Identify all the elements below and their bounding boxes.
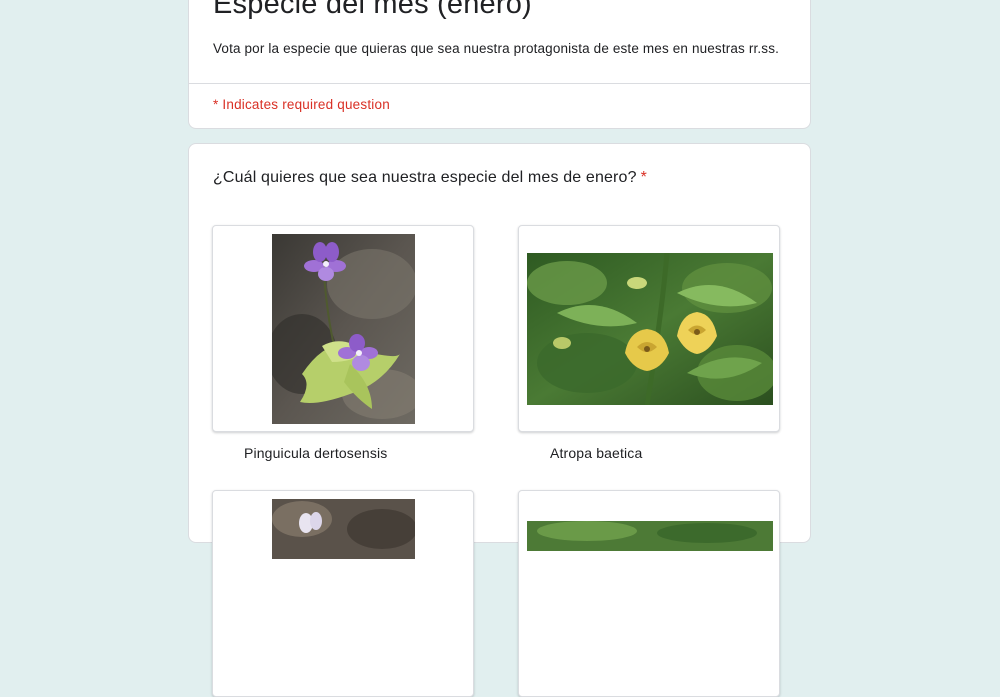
required-asterisk: * bbox=[640, 169, 648, 186]
option-tile-pinguicula[interactable] bbox=[212, 225, 474, 432]
question-card: ¿Cuál quieres que sea nuestra especie de… bbox=[188, 143, 811, 697]
question-text: ¿Cuál quieres que sea nuestra especie de… bbox=[213, 169, 637, 186]
option-tile-atropa[interactable] bbox=[518, 225, 780, 432]
option-label-atropa[interactable]: Atropa baetica bbox=[550, 445, 642, 461]
header-divider bbox=[189, 83, 810, 84]
option-tile-3[interactable] bbox=[212, 490, 474, 697]
option-label-pinguicula[interactable]: Pinguicula dertosensis bbox=[244, 445, 387, 461]
atropa-photo bbox=[527, 253, 773, 405]
form-title: Especie del mes (enero) bbox=[213, 0, 532, 20]
option-tile-4[interactable] bbox=[518, 490, 780, 697]
form-description: Vota por la especie que quieras que sea … bbox=[213, 41, 779, 56]
required-note: * Indicates required question bbox=[213, 97, 390, 112]
question-title: ¿Cuál quieres que sea nuestra especie de… bbox=[213, 169, 647, 187]
option-4-photo bbox=[527, 521, 773, 551]
pinguicula-photo bbox=[272, 234, 415, 424]
form-header-card: Especie del mes (enero) Vota por la espe… bbox=[188, 0, 811, 129]
option-3-photo bbox=[272, 499, 415, 559]
